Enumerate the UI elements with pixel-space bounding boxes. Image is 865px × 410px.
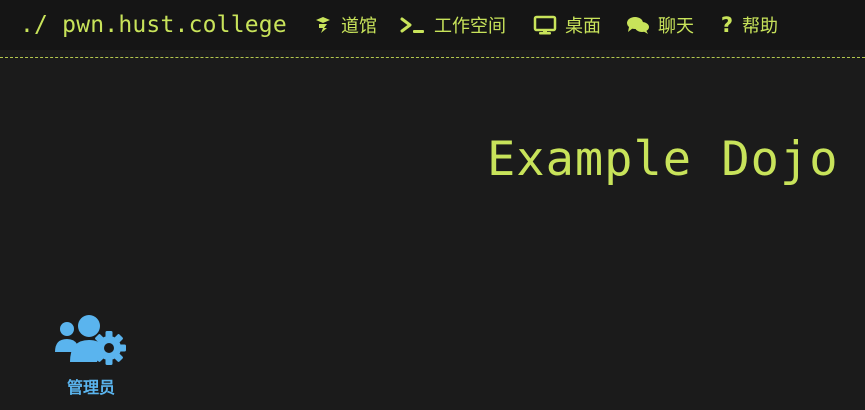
desktop-icon [533,15,557,35]
nav-item-label: 帮助 [742,16,778,37]
users-cog-icon [53,312,129,372]
terminal-icon [400,15,426,35]
nav-item-label: 聊天 [658,16,694,37]
navbar: ./ pwn.hust.college 道馆 工作空间 桌面 聊天 ? 帮助 [0,0,865,50]
navbar-divider [0,57,865,58]
nav-item-workspace[interactable]: 工作空间 [400,12,506,38]
page-title: Example Dojo [487,132,839,187]
nav-item-chat[interactable]: 聊天 [626,12,694,38]
admin-link[interactable]: 管理员 [50,312,132,398]
nav-item-label: 道馆 [341,16,377,37]
chat-icon [626,15,650,35]
help-icon: ? [720,13,734,37]
brand-link[interactable]: ./ pwn.hust.college [20,12,287,38]
nav-item-dojo[interactable]: 道馆 [313,12,377,38]
admin-label: 管理员 [66,378,115,397]
nav-item-label: 桌面 [565,16,601,37]
nav-item-help[interactable]: ? 帮助 [720,12,778,38]
nav-item-label: 工作空间 [434,16,506,37]
dojo-icon [313,15,333,35]
nav-item-desktop[interactable]: 桌面 [533,12,601,38]
